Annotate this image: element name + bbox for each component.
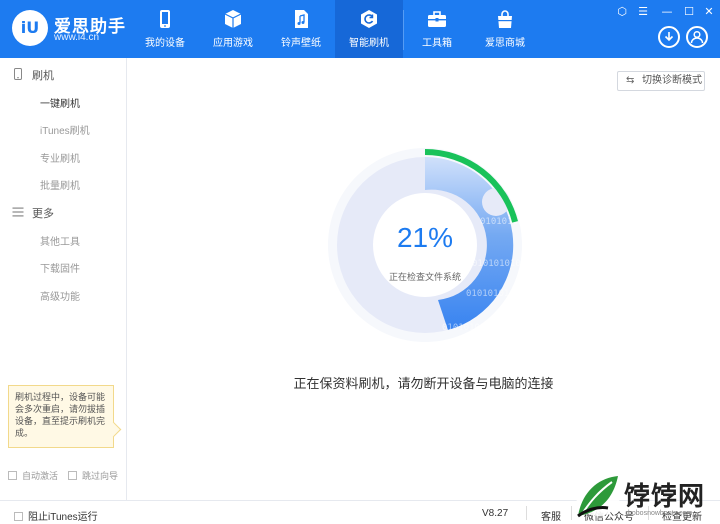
swap-arrows-icon: ⇆ [626,75,635,86]
download-icon[interactable] [658,26,680,48]
flash-status-message: 正在保资料刷机，请勿断开设备与电脑的连接 [293,376,554,391]
checkbox-box[interactable] [68,471,77,480]
cube-icon [224,10,242,28]
nav-my-device[interactable]: 我的设备 [131,0,199,58]
watermark: 饽饽网 bobosnowboots.com [568,470,720,524]
sidebar-item-itunes-flash[interactable]: iTunes刷机 [40,122,90,137]
binary-text: 0101010101 [466,289,520,299]
nav-smart-flash[interactable]: 智能刷机 [335,0,403,58]
binary-text: 0101010101 [442,323,496,333]
footer-divider [526,506,527,520]
skin-icon[interactable]: ⬡ [615,5,629,19]
sidebar-item-pro-flash[interactable]: 专业刷机 [40,150,80,165]
sidebar: 刷机 一键刷机 iTunes刷机 专业刷机 批量刷机 更多 其他工具 下载固件 … [0,58,127,500]
minimize-icon[interactable]: — [660,5,674,19]
leaf-logo-icon [576,476,620,518]
version-label: V8.27 [482,508,509,519]
sidebar-item-download-firmware[interactable]: 下载固件 [40,260,80,275]
maximize-icon[interactable]: ☐ [682,5,696,19]
watermark-text: 饽饽网 [624,482,706,512]
support-link[interactable]: 客服 [541,508,561,523]
flash-refresh-icon [361,10,377,28]
flash-tip-box: 刷机过程中，设备可能会多次重启，请勿拔插设备，直至提示刷机完成。 [8,385,114,448]
title-bar: iU 爱思助手 www.i4.cn 我的设备 应用游戏 铃声壁纸 智能刷机 工具… [0,0,720,58]
sidebar-item-other-tools[interactable]: 其他工具 [40,233,80,248]
binary-text: 0101010101 [472,259,526,269]
nav-i4-store[interactable]: 爱思商城 [471,0,539,58]
shopping-bag-icon [498,10,512,28]
i4-logo-icon: iU [12,10,48,46]
progress-percent: 21% [396,222,454,253]
switch-diagnostic-mode-button[interactable]: ⇆ 切换诊断模式 [617,71,705,91]
checkbox-box[interactable] [14,512,23,521]
flash-progress-ring: 0101010101 0101010101 0101010101 0101010… [320,140,534,350]
auto-activate-checkbox[interactable]: 自动激活 [8,469,58,482]
sidebar-item-batch-flash[interactable]: 批量刷机 [40,177,80,192]
skip-guide-checkbox[interactable]: 跳过向导 [68,469,118,482]
toolbox-icon [428,11,446,27]
menu-lines-icon [12,207,24,217]
phone-icon [160,10,170,28]
phone-outline-icon [14,68,22,80]
nav-toolbox[interactable]: 工具箱 [403,0,471,58]
nav-apps-games[interactable]: 应用游戏 [199,0,267,58]
app-url: www.i4.cn [54,32,100,43]
music-file-icon [295,10,308,28]
nav-ringtones-wallpapers[interactable]: 铃声壁纸 [267,0,335,58]
app-logo: iU 爱思助手 www.i4.cn [12,8,132,48]
checkbox-box[interactable] [8,471,17,480]
watermark-sub: bobosnowboots.com [628,510,693,517]
menu-icon[interactable]: ☰ [636,5,650,19]
close-icon[interactable]: ✕ [702,5,716,19]
block-itunes-checkbox[interactable]: 阻止iTunes运行 [14,508,98,523]
user-icon[interactable] [686,26,708,48]
progress-status: 正在检查文件系统 [388,272,461,282]
sidebar-item-one-click-flash[interactable]: 一键刷机 [40,95,80,110]
sidebar-item-advanced[interactable]: 高级功能 [40,288,80,303]
